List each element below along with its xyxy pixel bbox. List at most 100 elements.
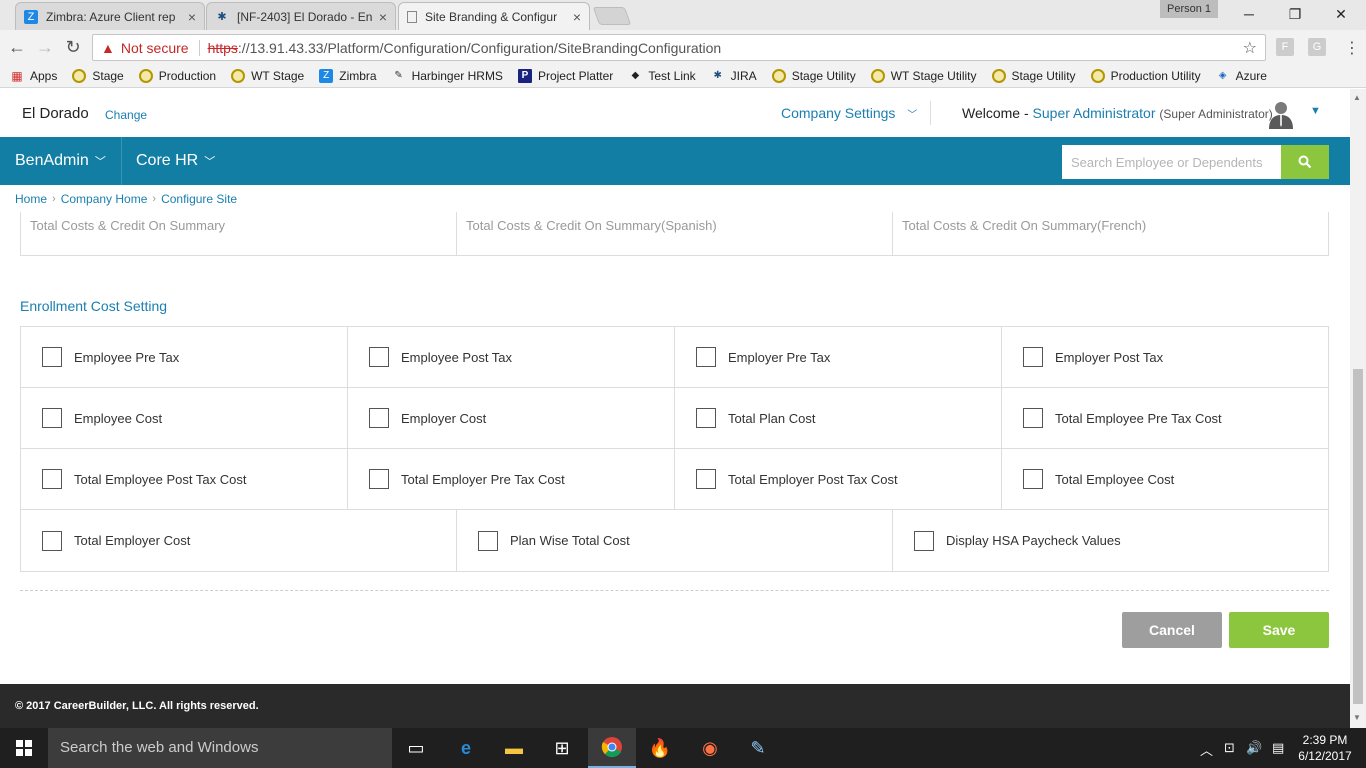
breadcrumb-company-home[interactable]: Company Home [61,192,148,206]
browser-menu-icon[interactable]: ⋮ [1344,38,1360,58]
profile-button[interactable]: Person 1 [1160,0,1218,18]
option-total-employee-cost[interactable]: Total Employee Cost [1002,449,1328,509]
extension-icon[interactable]: G [1308,38,1326,56]
close-icon[interactable]: × [573,9,581,25]
task-view-icon[interactable]: ▭ [392,728,440,768]
checkbox[interactable] [42,347,62,367]
totals-label-english[interactable]: Total Costs & Credit On Summary [21,212,457,255]
bookmark-zimbra[interactable]: Z Zimbra [319,68,377,83]
user-menu-caret-icon[interactable]: ▼ [1310,105,1321,117]
browser-tab-jira[interactable]: ✱ [NF-2403] El Dorado - En × [206,2,396,30]
checkbox[interactable] [478,530,498,551]
checkbox[interactable] [1023,347,1043,367]
bookmark-harbinger-hrms[interactable]: ✎ Harbinger HRMS [392,69,503,83]
address-bar[interactable]: ▲ Not secure https ://13.91.43.33/Platfo… [92,34,1266,61]
page-scrollbar[interactable]: ▲ ▼ [1350,89,1366,729]
minimize-icon[interactable]: ─ [1226,4,1272,24]
network-icon[interactable]: ⊡ [1224,740,1235,756]
breadcrumb-configure-site[interactable]: Configure Site [161,192,237,206]
change-company-link[interactable]: Change [105,108,147,122]
taskbar-clock[interactable]: 2:39 PM 6/12/2017 [1290,732,1360,764]
new-tab-button[interactable] [592,7,632,25]
option-employer-pre-tax[interactable]: Employer Pre Tax [675,327,1002,387]
option-display-hsa-paycheck-values[interactable]: Display HSA Paycheck Values [893,510,1328,571]
close-icon[interactable]: × [188,9,196,25]
checkbox[interactable] [1023,408,1043,428]
bookmark-wt-stage[interactable]: WT Stage [231,68,304,83]
store-icon[interactable]: ⊞ [538,728,586,768]
windows-start-button[interactable] [0,728,48,768]
forward-icon[interactable]: → [34,36,56,58]
nav-label: BenAdmin [15,152,89,169]
totals-label-spanish[interactable]: Total Costs & Credit On Summary(Spanish) [457,212,893,255]
bookmark-project-platter[interactable]: P Project Platter [517,68,613,83]
file-explorer-icon[interactable]: ▬ [490,728,538,768]
totals-label-french[interactable]: Total Costs & Credit On Summary(French) [893,212,1328,255]
bookmark-wt-stage-utility[interactable]: WT Stage Utility [870,68,977,83]
firefox-icon[interactable]: ◉ [686,728,734,768]
bookmark-test-link[interactable]: ◆ Test Link [628,69,695,83]
checkbox[interactable] [42,408,62,428]
notifications-icon[interactable]: ▤ [1272,740,1284,756]
restore-icon[interactable]: ❐ [1272,4,1318,24]
cancel-button[interactable]: Cancel [1122,612,1222,648]
checkbox[interactable] [369,469,389,489]
bookmark-apps[interactable]: ▦ Apps [10,69,57,83]
option-total-employer-cost[interactable]: Total Employer Cost [21,510,457,571]
scroll-down-icon[interactable]: ▼ [1353,713,1361,722]
option-employer-post-tax[interactable]: Employer Post Tax [1002,327,1328,387]
option-employer-cost[interactable]: Employer Cost [348,388,675,448]
edge-icon[interactable]: e [442,728,490,768]
checkbox[interactable] [696,347,716,367]
back-icon[interactable]: ← [6,36,28,58]
option-total-employee-pre-tax-cost[interactable]: Total Employee Pre Tax Cost [1002,388,1328,448]
bookmark-stage-utility-2[interactable]: Stage Utility [991,68,1076,83]
scroll-up-icon[interactable]: ▲ [1353,93,1361,102]
paint-icon[interactable]: ✎ [734,728,782,768]
option-plan-wise-total-cost[interactable]: Plan Wise Total Cost [457,510,893,571]
checkbox[interactable] [42,530,62,551]
scroll-thumb[interactable] [1353,369,1363,704]
flame-app-icon[interactable]: 🔥 [636,728,684,768]
bookmark-azure[interactable]: ◈ Azure [1216,69,1267,83]
checkbox[interactable] [369,347,389,367]
bookmark-stage[interactable]: Stage [72,68,124,83]
bookmark-star-icon[interactable]: ☆ [1243,38,1257,58]
extension-icon[interactable]: F [1276,38,1294,56]
checkbox[interactable] [1023,469,1043,489]
employee-search-input[interactable] [1062,145,1282,179]
browser-tab-zimbra[interactable]: Z Zimbra: Azure Client rep × [15,2,205,30]
option-total-employee-post-tax-cost[interactable]: Total Employee Post Tax Cost [21,449,348,509]
volume-icon[interactable]: 🔊 [1246,740,1262,756]
nav-benadmin[interactable]: BenAdmin ﹀ [0,137,121,185]
bookmark-stage-utility[interactable]: Stage Utility [771,68,856,83]
option-total-employer-post-tax-cost[interactable]: Total Employer Post Tax Cost [675,449,1002,509]
close-icon[interactable]: × [379,9,387,25]
reload-icon[interactable]: ↻ [62,36,84,58]
avatar[interactable] [1266,99,1296,129]
checkbox[interactable] [369,408,389,428]
checkbox[interactable] [696,469,716,489]
close-window-icon[interactable]: ✕ [1318,4,1364,24]
chrome-icon[interactable] [588,728,636,768]
option-employee-post-tax[interactable]: Employee Post Tax [348,327,675,387]
breadcrumb-home[interactable]: Home [15,192,47,206]
tray-chevron-up-icon[interactable]: ︿ [1200,740,1213,759]
browser-tab-site-branding[interactable]: Site Branding & Configur × [398,2,590,30]
company-settings-menu[interactable]: Company Settings ﹀ [781,105,917,121]
nav-core-hr[interactable]: Core HR ﹀ [121,137,230,185]
user-name[interactable]: Super Administrator [1033,105,1156,121]
option-total-employer-pre-tax-cost[interactable]: Total Employer Pre Tax Cost [348,449,675,509]
option-employee-cost[interactable]: Employee Cost [21,388,348,448]
checkbox[interactable] [914,530,934,551]
search-button[interactable] [1281,145,1329,179]
option-employee-pre-tax[interactable]: Employee Pre Tax [21,327,348,387]
bookmark-production[interactable]: Production [138,68,216,83]
option-total-plan-cost[interactable]: Total Plan Cost [675,388,1002,448]
bookmark-production-utility[interactable]: Production Utility [1090,68,1201,83]
checkbox[interactable] [696,408,716,428]
checkbox[interactable] [42,469,62,489]
bookmark-jira[interactable]: ✱ JIRA [711,69,756,83]
save-button[interactable]: Save [1229,612,1329,648]
taskbar-search[interactable]: Search the web and Windows [48,728,392,768]
